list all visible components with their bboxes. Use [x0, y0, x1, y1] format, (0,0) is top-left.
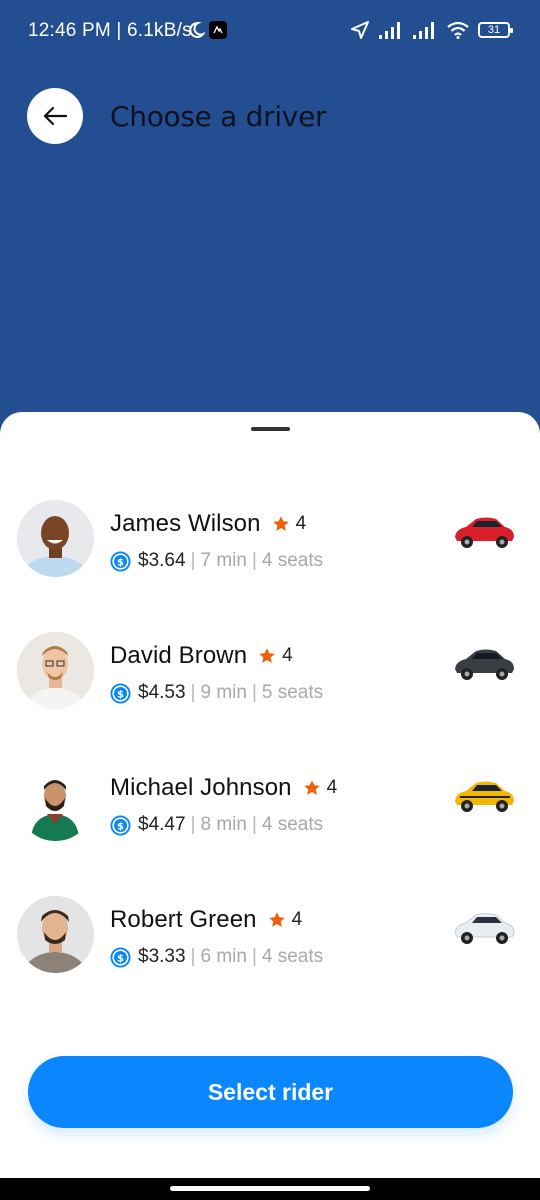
star-icon [258, 647, 276, 665]
driver-seats: 4 seats [261, 946, 324, 967]
driver-row[interactable]: Michael Johnson 4 $ $4.47 | 8 min | 4 se… [0, 760, 540, 892]
separator: | [251, 550, 257, 571]
dollar-coin-icon: $ [110, 946, 131, 968]
driver-price: $4.53 [138, 682, 186, 703]
driver-seats: 5 seats [261, 682, 324, 703]
car-icon [454, 913, 515, 944]
svg-text:$: $ [117, 821, 124, 832]
status-time: 12:46 PM | 6.1kB/s [28, 20, 192, 41]
driver-avatar [17, 632, 94, 709]
driver-seats: 4 seats [261, 550, 324, 571]
back-button[interactable] [27, 88, 83, 144]
battery-level: 31 [487, 24, 501, 36]
separator: | [251, 814, 257, 835]
star-icon [303, 779, 321, 797]
driver-meta: $ $4.47 | 8 min | 4 seats [110, 814, 323, 836]
status-bar: 12:46 PM | 6.1kB/s 31 [0, 0, 540, 62]
driver-rating: 4 [291, 909, 303, 930]
page-title: Choose a driver [110, 100, 327, 133]
driver-avatar [17, 500, 94, 577]
arrow-left-icon [43, 106, 68, 126]
driver-name: James Wilson [110, 510, 261, 537]
select-rider-button[interactable]: Select rider [28, 1056, 513, 1128]
car-icon [455, 517, 514, 548]
driver-price: $4.47 [138, 814, 186, 835]
driver-name: David Brown [110, 642, 248, 669]
svg-text:$: $ [117, 953, 124, 964]
driver-seats: 4 seats [261, 814, 324, 835]
driver-avatar [17, 764, 94, 841]
driver-row[interactable]: Robert Green 4 $ $3.33 | 6 min | 4 seats [0, 892, 540, 1024]
driver-name-line: David Brown 4 [110, 642, 293, 670]
driver-price: $3.64 [138, 550, 186, 571]
driver-rating: 4 [326, 777, 338, 798]
separator: | [190, 550, 196, 571]
car-icon [455, 781, 514, 812]
driver-sheet: James Wilson 4 $ $3.64 | 7 min | 4 seats [0, 412, 540, 1178]
battery-icon: 31 [478, 22, 513, 38]
driver-eta: 7 min [200, 550, 247, 571]
driver-meta: $ $3.64 | 7 min | 4 seats [110, 550, 323, 572]
driver-rating: 4 [295, 513, 307, 534]
star-icon [272, 515, 290, 533]
home-indicator[interactable] [170, 1186, 370, 1191]
app-notification-icon [209, 21, 227, 39]
status-left-icons [187, 21, 227, 39]
svg-text:$: $ [117, 557, 124, 568]
status-icons: 31 [350, 20, 513, 40]
signal-icon-2 [413, 22, 434, 39]
wifi-icon [447, 21, 469, 39]
moon-icon [189, 21, 205, 38]
driver-row[interactable]: James Wilson 4 $ $3.64 | 7 min | 4 seats [0, 496, 540, 628]
separator: | [190, 814, 196, 835]
dollar-coin-icon: $ [110, 682, 131, 704]
driver-name-line: Michael Johnson 4 [110, 774, 337, 802]
driver-rating: 4 [282, 645, 293, 666]
signal-icon [379, 22, 400, 39]
driver-name-line: Robert Green 4 [110, 906, 302, 934]
driver-avatar [17, 896, 94, 973]
driver-list: James Wilson 4 $ $3.64 | 7 min | 4 seats [0, 496, 540, 1024]
separator: | [190, 682, 196, 703]
car-icon [455, 649, 514, 680]
driver-row[interactable]: David Brown 4 $ $4.53 | 9 min | 5 seats [0, 628, 540, 760]
driver-name: Michael Johnson [110, 774, 292, 801]
driver-eta: 6 min [200, 946, 247, 967]
svg-text:$: $ [117, 689, 124, 700]
driver-price: $3.33 [138, 946, 186, 967]
driver-meta: $ $3.33 | 6 min | 4 seats [110, 946, 323, 968]
driver-eta: 8 min [200, 814, 247, 835]
app-screen: 12:46 PM | 6.1kB/s 31 Choose a driver Ja… [0, 0, 540, 1178]
driver-eta: 9 min [200, 682, 247, 703]
driver-name-line: James Wilson 4 [110, 510, 306, 538]
drag-handle[interactable] [251, 427, 290, 431]
separator: | [190, 946, 196, 967]
dollar-coin-icon: $ [110, 550, 131, 572]
driver-meta: $ $4.53 | 9 min | 5 seats [110, 682, 323, 704]
separator: | [251, 682, 257, 703]
separator: | [251, 946, 257, 967]
dollar-coin-icon: $ [110, 814, 131, 836]
driver-name: Robert Green [110, 906, 257, 933]
location-arrow-icon [351, 21, 369, 39]
star-icon [268, 911, 286, 929]
